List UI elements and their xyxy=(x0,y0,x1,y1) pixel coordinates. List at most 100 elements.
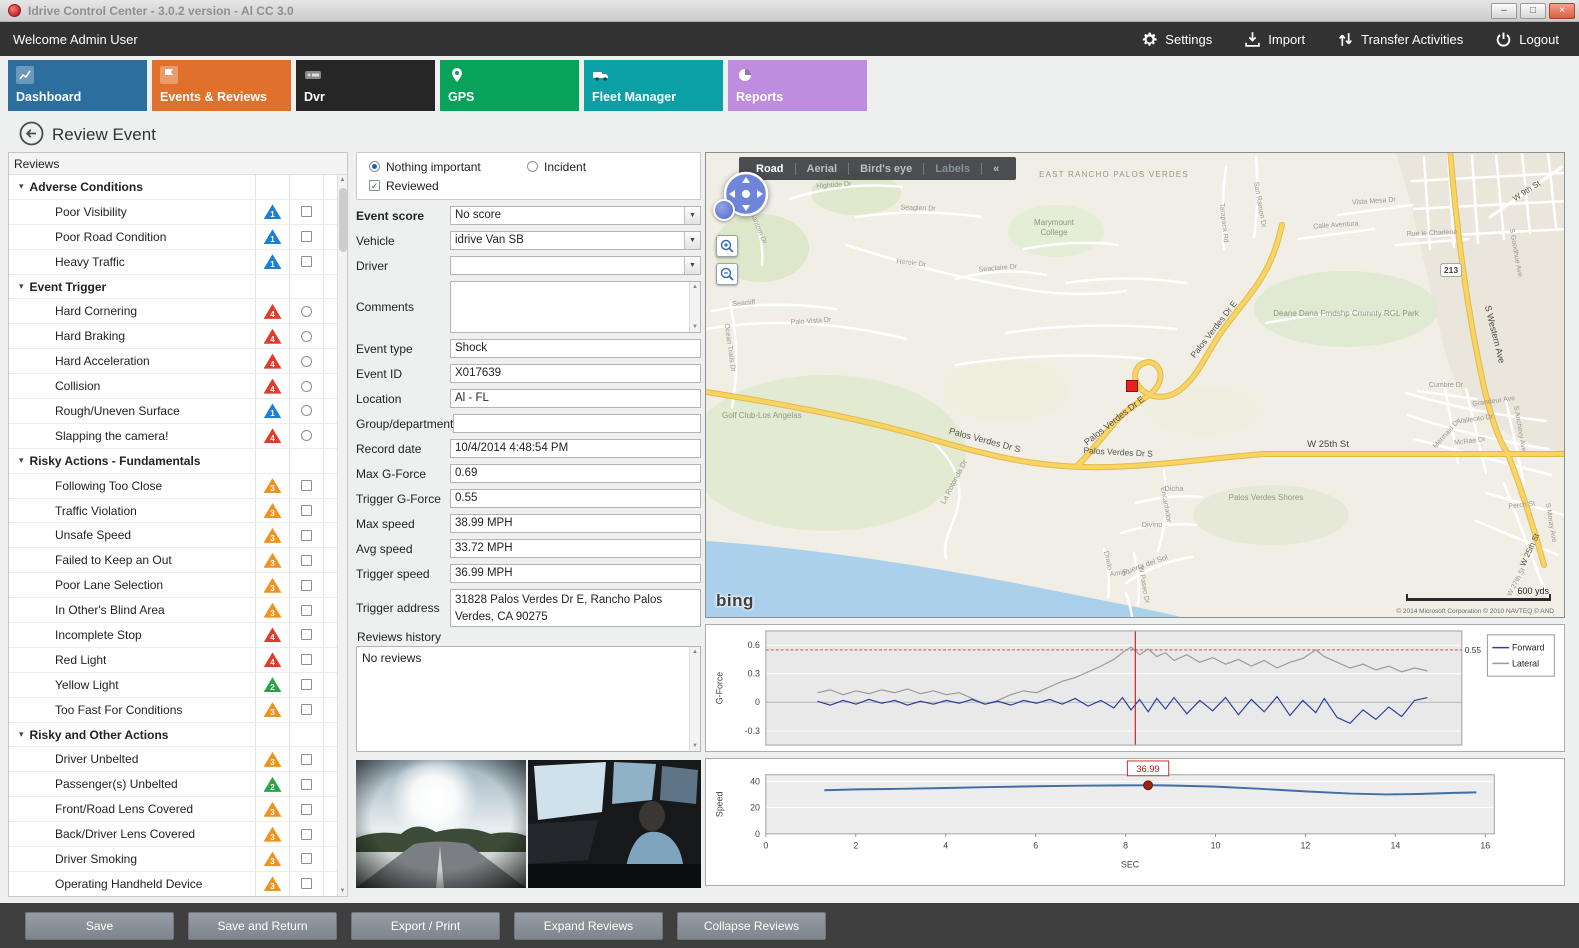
item-checkbox[interactable] xyxy=(301,779,312,790)
collapse-arrow-icon[interactable]: ▾ xyxy=(19,281,24,292)
driver-select[interactable]: ▼ xyxy=(450,256,701,275)
textarea-scrollbar[interactable]: ▲▼ xyxy=(689,282,700,332)
record-date-field[interactable]: 10/4/2014 4:48:54 PM xyxy=(450,439,701,458)
item-checkbox[interactable] xyxy=(301,530,312,541)
reviews-scrollbar[interactable]: ▲ ▼ xyxy=(337,175,347,896)
tree-item-hard-braking[interactable]: Hard Braking4 xyxy=(9,324,337,349)
radio-nothing-important[interactable]: Nothing important xyxy=(369,160,527,174)
item-checkbox[interactable] xyxy=(301,654,312,665)
scroll-up-icon[interactable]: ▲ xyxy=(340,175,346,185)
item-checkbox[interactable] xyxy=(301,679,312,690)
tree-item-poor-lane-selection[interactable]: Poor Lane Selection3 xyxy=(9,573,337,598)
chevron-down-icon[interactable]: ▼ xyxy=(684,207,700,224)
item-checkbox[interactable] xyxy=(301,629,312,640)
item-checkbox[interactable] xyxy=(301,704,312,715)
video-thumbnail-cabin[interactable] xyxy=(528,760,701,888)
tree-item-slapping-the-camera[interactable]: Slapping the camera!4 xyxy=(9,424,337,449)
tree-item-red-light[interactable]: Red Light4 xyxy=(9,648,337,673)
tab-dvr[interactable]: Dvr xyxy=(296,60,435,111)
export-print-button[interactable]: Export / Print xyxy=(351,912,500,940)
event-id-field[interactable]: X017639 xyxy=(450,364,701,383)
tree-item-failed-to-keep-an-out[interactable]: Failed to Keep an Out3 xyxy=(9,548,337,573)
tree-item-operating-handheld-device[interactable]: Operating Handheld Device3 xyxy=(9,872,337,896)
item-radio[interactable] xyxy=(301,356,312,367)
maximize-button[interactable]: □ xyxy=(1520,3,1546,19)
tab-gps[interactable]: GPS xyxy=(440,60,579,111)
tree-item-back-driver-lens-covered[interactable]: Back/Driver Lens Covered3 xyxy=(9,822,337,847)
expand-reviews-button[interactable]: Expand Reviews xyxy=(514,912,663,940)
zoom-in-button[interactable] xyxy=(716,235,738,257)
item-radio[interactable] xyxy=(301,306,312,317)
trigger-g-force-field[interactable]: 0.55 xyxy=(450,489,701,508)
save-and-return-button[interactable]: Save and Return xyxy=(188,912,337,940)
video-thumbnail-front[interactable] xyxy=(356,760,526,888)
item-checkbox[interactable] xyxy=(301,480,312,491)
item-checkbox[interactable] xyxy=(301,853,312,864)
reviews-history-scrollbar[interactable]: ▲▼ xyxy=(689,647,700,751)
tree-item-in-other-s-blind-area[interactable]: In Other's Blind Area3 xyxy=(9,598,337,623)
event-location-marker[interactable] xyxy=(1126,380,1138,392)
tab-dashboard[interactable]: Dashboard xyxy=(8,60,147,111)
tree-item-too-fast-for-conditions[interactable]: Too Fast For Conditions3 xyxy=(9,698,337,723)
chevron-down-icon[interactable]: ▼ xyxy=(684,257,700,274)
tree-item-hard-cornering[interactable]: Hard Cornering4 xyxy=(9,299,337,324)
item-checkbox[interactable] xyxy=(301,206,312,217)
tree-group-adverse-conditions[interactable]: ▾Adverse Conditions xyxy=(9,175,337,200)
location-field[interactable]: Al - FL xyxy=(450,389,701,408)
save-button[interactable]: Save xyxy=(25,912,174,940)
avg-speed-field[interactable]: 33.72 MPH xyxy=(450,539,701,558)
tree-item-poor-road-condition[interactable]: Poor Road Condition1 xyxy=(9,225,337,250)
tree-item-passenger-s-unbelted[interactable]: Passenger(s) Unbelted2 xyxy=(9,772,337,797)
max-speed-field[interactable]: 38.99 MPH xyxy=(450,514,701,533)
tree-item-heavy-traffic[interactable]: Heavy Traffic1 xyxy=(9,250,337,275)
map-panel[interactable]: EAST RANCHO PALOS VERDESMarymountCollege… xyxy=(705,152,1565,618)
vehicle-select[interactable]: idrive Van SB▼ xyxy=(450,231,701,250)
import-button[interactable]: Import xyxy=(1244,31,1305,48)
item-checkbox[interactable] xyxy=(301,555,312,566)
settings-button[interactable]: Settings xyxy=(1141,31,1212,48)
tree-group-risky-and-other-actions[interactable]: ▾Risky and Other Actions xyxy=(9,723,337,748)
checkbox-icon[interactable]: ✓ xyxy=(369,180,380,191)
map-style-aerial[interactable]: Aerial xyxy=(795,163,849,175)
max-g-force-field[interactable]: 0.69 xyxy=(450,464,701,483)
tree-item-poor-visibility[interactable]: Poor Visibility1 xyxy=(9,200,337,225)
map-rotate-control[interactable] xyxy=(713,199,735,221)
tree-item-following-too-close[interactable]: Following Too Close3 xyxy=(9,474,337,499)
minimize-button[interactable]: – xyxy=(1491,3,1517,19)
tree-item-traffic-violation[interactable]: Traffic Violation3 xyxy=(9,499,337,524)
event-type-field[interactable]: Shock xyxy=(450,339,701,358)
close-button[interactable]: × xyxy=(1549,3,1575,19)
tree-item-yellow-light[interactable]: Yellow Light2 xyxy=(9,673,337,698)
comments-textarea[interactable]: ▲▼ xyxy=(450,281,701,333)
group-department-field[interactable] xyxy=(453,414,701,433)
tab-events-reviews[interactable]: Events & Reviews xyxy=(152,60,291,111)
trigger-address-field[interactable]: 31828 Palos Verdes Dr E, Rancho Palos Ve… xyxy=(450,589,701,627)
logout-button[interactable]: Logout xyxy=(1495,31,1559,48)
chevron-down-icon[interactable]: ▼ xyxy=(684,232,700,249)
tree-group-risky-actions-fundamentals[interactable]: ▾Risky Actions - Fundamentals xyxy=(9,449,337,474)
tab-fleet-manager[interactable]: Fleet Manager xyxy=(584,60,723,111)
item-checkbox[interactable] xyxy=(301,231,312,242)
item-radio[interactable] xyxy=(301,331,312,342)
tree-item-front-road-lens-covered[interactable]: Front/Road Lens Covered3 xyxy=(9,797,337,822)
map-style-bird-s-eye[interactable]: Bird's eye xyxy=(848,163,923,175)
tree-item-hard-acceleration[interactable]: Hard Acceleration4 xyxy=(9,349,337,374)
tree-item-rough-uneven-surface[interactable]: Rough/Uneven Surface1 xyxy=(9,399,337,424)
item-checkbox[interactable] xyxy=(301,878,312,889)
event-score-select[interactable]: No score▼ xyxy=(450,206,701,225)
item-radio[interactable] xyxy=(301,405,312,416)
collapse-arrow-icon[interactable]: ▾ xyxy=(19,181,24,192)
map-style-labels[interactable]: Labels xyxy=(923,163,981,175)
scroll-down-icon[interactable]: ▼ xyxy=(340,886,346,896)
tree-item-driver-unbelted[interactable]: Driver Unbelted3 xyxy=(9,747,337,772)
tree-item-driver-smoking[interactable]: Driver Smoking3 xyxy=(9,847,337,872)
item-checkbox[interactable] xyxy=(301,580,312,591)
item-checkbox[interactable] xyxy=(301,754,312,765)
checkbox-reviewed[interactable]: ✓Reviewed xyxy=(369,179,527,193)
back-button[interactable] xyxy=(19,121,44,146)
collapse-arrow-icon[interactable]: ▾ xyxy=(19,455,24,466)
collapse-arrow-icon[interactable]: ▾ xyxy=(19,729,24,740)
item-checkbox[interactable] xyxy=(301,505,312,516)
tree-item-unsafe-speed[interactable]: Unsafe Speed3 xyxy=(9,523,337,548)
item-checkbox[interactable] xyxy=(301,804,312,815)
